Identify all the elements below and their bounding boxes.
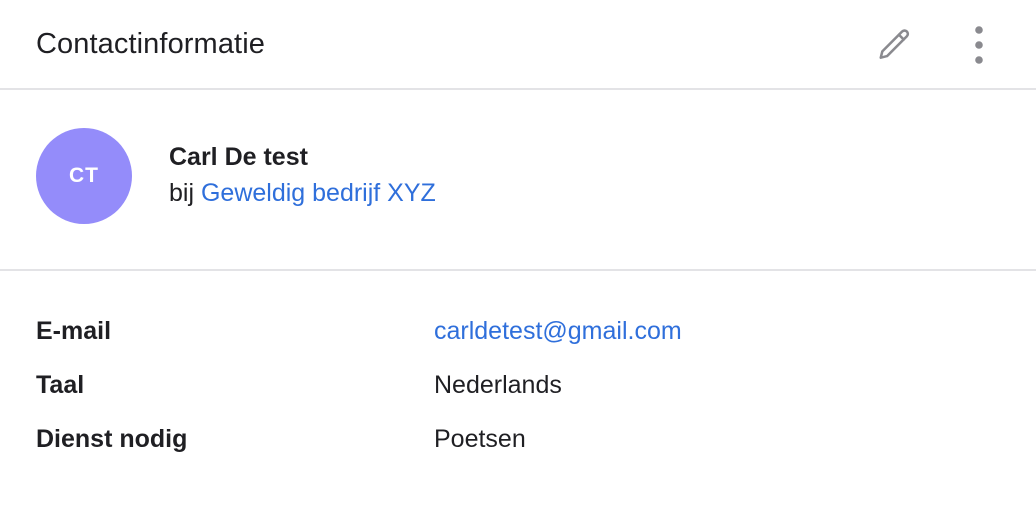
- detail-row-service: Dienst nodig Poetsen: [0, 425, 1036, 479]
- avatar-initials: CT: [69, 164, 99, 187]
- contact-company-line: bij Geweldig bedrijf XYZ: [169, 179, 436, 208]
- detail-label: Dienst nodig: [36, 425, 188, 453]
- detail-value: Poetsen: [434, 425, 526, 453]
- detail-row-email: E-mail carldetest@gmail.com: [0, 317, 1036, 371]
- company-link[interactable]: Geweldig bedrijf XYZ: [201, 179, 436, 207]
- email-link[interactable]: carldetest@gmail.com: [434, 317, 682, 346]
- detail-label: Taal: [36, 371, 85, 399]
- edit-button[interactable]: [874, 24, 916, 66]
- contact-info-card: Contactinformatie CT Carl De test bij Ge…: [0, 0, 1036, 506]
- more-options-button[interactable]: [958, 24, 1000, 66]
- card-header: Contactinformatie: [0, 0, 1036, 90]
- more-vertical-icon: [975, 26, 983, 64]
- contact-summary: CT Carl De test bij Geweldig bedrijf XYZ: [0, 90, 1036, 271]
- contact-name: Carl De test: [169, 143, 308, 171]
- company-prefix: bij: [169, 179, 195, 207]
- detail-label: E-mail: [36, 317, 112, 345]
- details-list: E-mail carldetest@gmail.com Taal Nederla…: [0, 271, 1036, 479]
- card-title: Contactinformatie: [36, 27, 265, 60]
- pencil-icon: [879, 29, 910, 59]
- header-actions: [874, 0, 1000, 90]
- avatar: CT: [36, 128, 132, 224]
- detail-row-language: Taal Nederlands: [0, 371, 1036, 425]
- detail-value: Nederlands: [434, 371, 562, 399]
